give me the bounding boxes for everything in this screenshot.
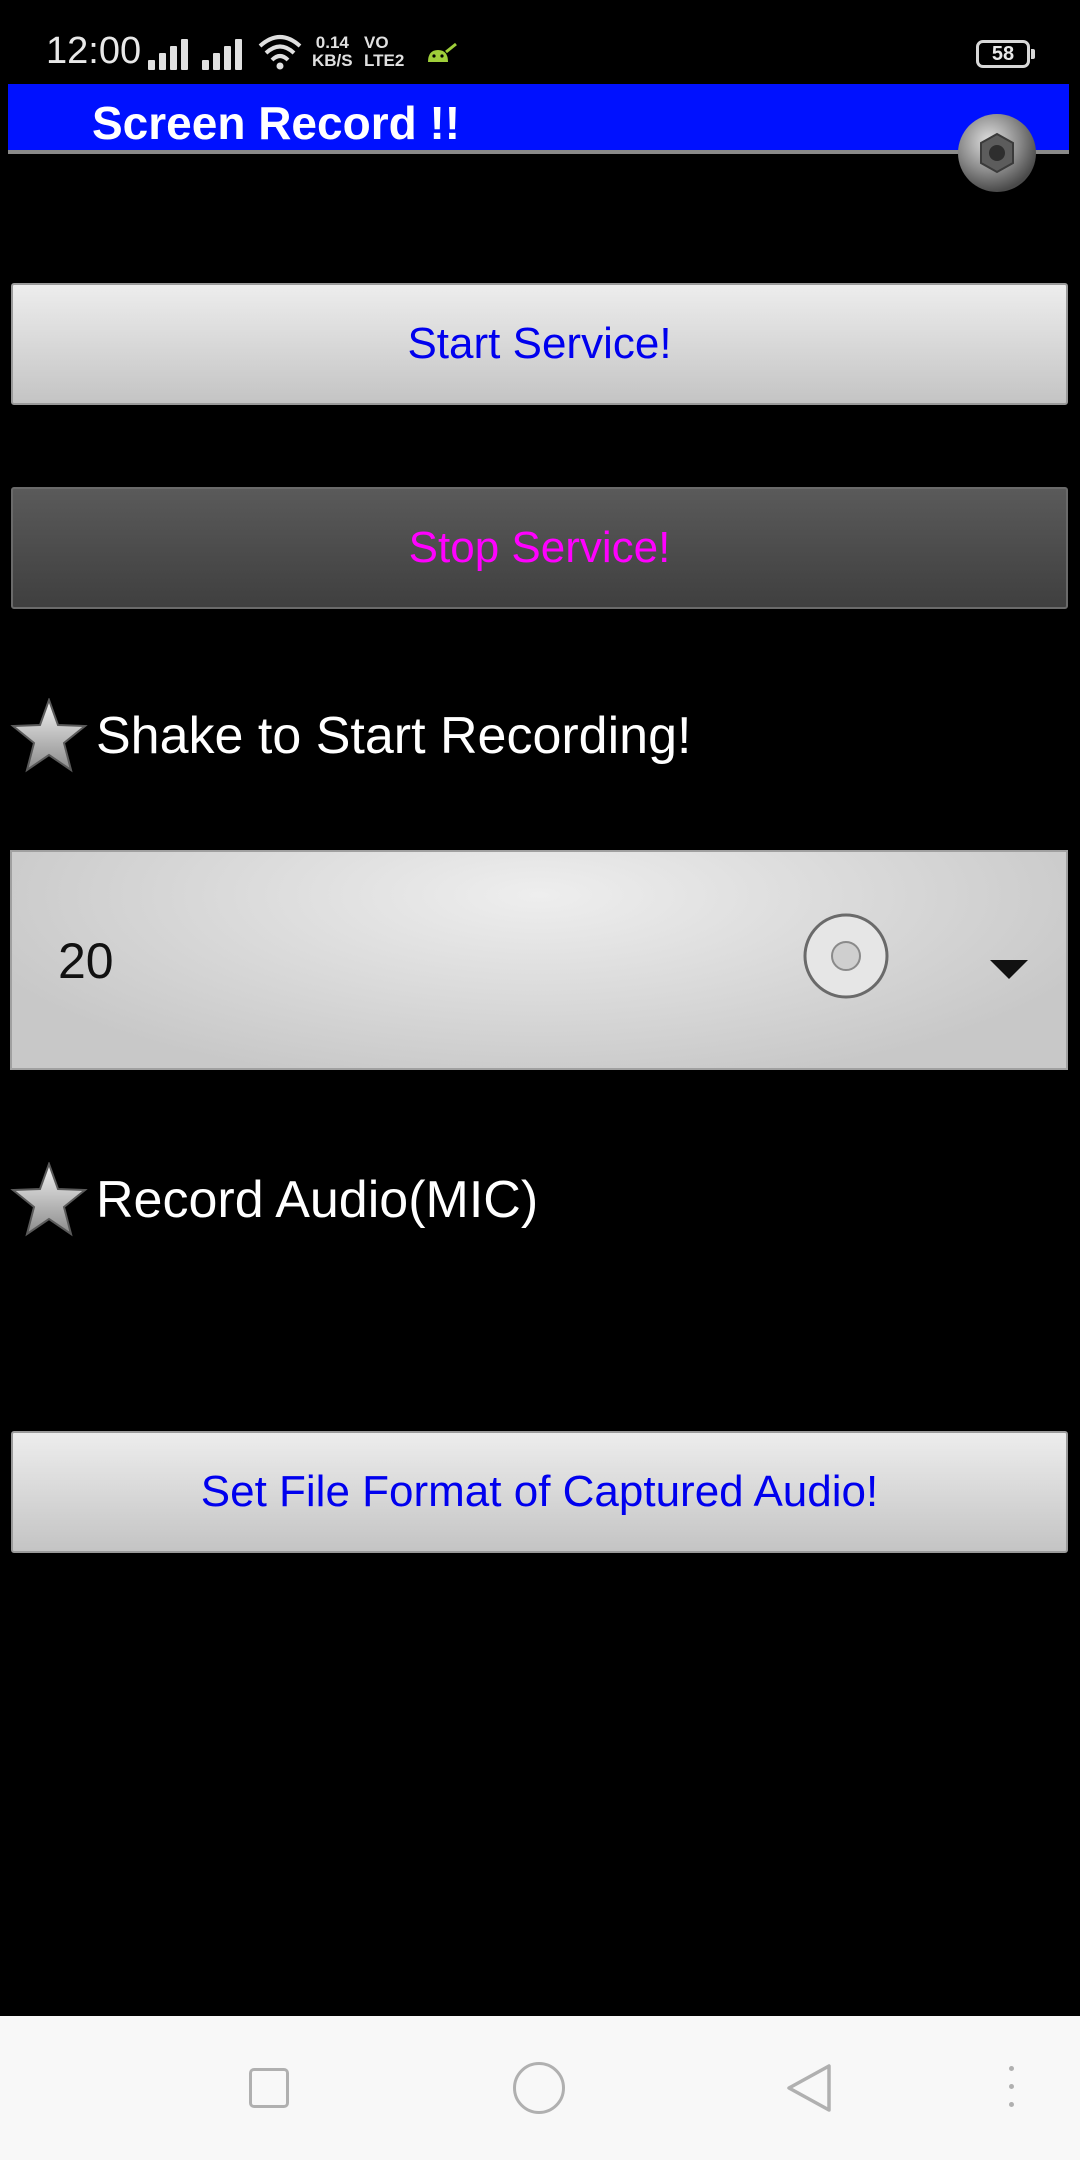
dropdown-icon[interactable] [990,960,1028,979]
signal-icon [148,36,194,70]
spinner-value: 20 [58,933,114,989]
battery-icon: 58 [976,40,1035,68]
record-audio-label: Record Audio(MIC) [96,1171,539,1229]
camera-icon[interactable] [956,112,1038,194]
volte-bottom: LTE2 [364,51,405,70]
menu-icon[interactable] [1008,2066,1016,2112]
app-title: Screen Record !! [92,97,461,149]
net-speed-unit: KB/S [312,51,353,70]
home-icon[interactable] [513,2062,565,2114]
set-file-format-button[interactable]: Set File Format of Captured Audio! [11,1431,1068,1553]
net-speed-value: 0.14 [315,33,349,52]
radio-icon[interactable] [802,912,890,1000]
recent-apps-icon[interactable] [249,2068,289,2108]
star-icon[interactable] [10,1162,88,1238]
volte-indicator: VO LTE2 [364,34,404,70]
value-spinner[interactable]: 20 [10,850,1068,1070]
wifi-icon [258,35,302,70]
start-service-button[interactable]: Start Service! [11,283,1068,405]
status-time: 12:00 [46,30,142,72]
android-icon [428,42,457,62]
status-bar: 12:00 0.14 KB/S VO LTE2 58 [0,0,1080,84]
net-speed: 0.14 KB/S [312,34,353,70]
stop-service-button[interactable]: Stop Service! [11,487,1068,609]
signal-icon-2 [202,36,248,70]
app-bar: Screen Record !! [8,84,1069,154]
volte-top: VO [364,33,389,52]
navigation-bar [0,2016,1080,2160]
shake-to-start-label: Shake to Start Recording! [96,707,692,765]
star-icon[interactable] [10,698,88,774]
back-icon[interactable] [785,2062,833,2114]
